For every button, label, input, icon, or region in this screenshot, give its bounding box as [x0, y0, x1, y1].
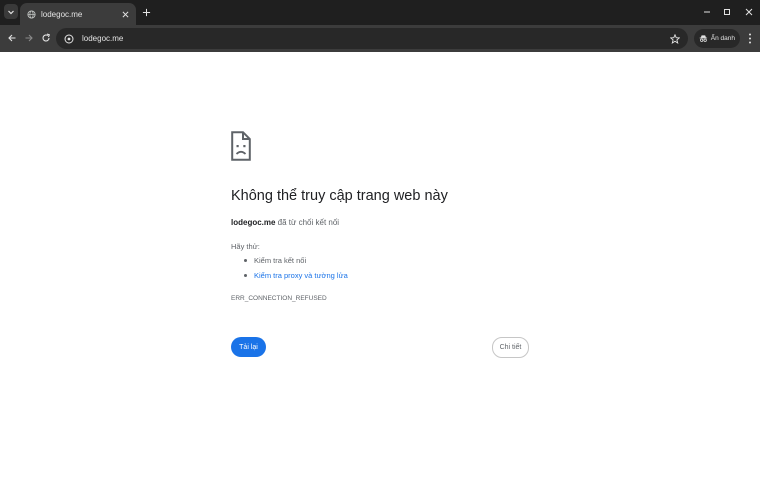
- site-info-button[interactable]: [62, 32, 76, 46]
- try-label: Hãy thử:: [231, 242, 260, 251]
- suggestion-check-connection: Kiểm tra kết nối: [244, 256, 306, 265]
- reload-button[interactable]: [39, 31, 53, 45]
- error-message: đã từ chối kết nối: [275, 218, 340, 227]
- forward-button[interactable]: [22, 31, 36, 45]
- incognito-label: Ẩn danh: [710, 35, 735, 42]
- error-heading: Không thể truy cập trang web này: [231, 188, 448, 204]
- active-tab[interactable]: lodegoc.me: [20, 3, 136, 25]
- minimize-icon: [704, 11, 710, 13]
- back-arrow-icon: [8, 34, 16, 42]
- suggestion-check-proxy-link[interactable]: Kiểm tra proxy và tường lửa: [244, 271, 348, 280]
- maximize-icon: [724, 9, 730, 15]
- close-window-button[interactable]: [742, 5, 756, 19]
- bookmark-button[interactable]: [668, 32, 682, 46]
- url-text: lodegoc.me: [82, 34, 124, 43]
- details-button[interactable]: Chi tiết: [492, 337, 529, 358]
- plus-icon: [142, 8, 150, 16]
- forward-arrow-icon: [25, 34, 33, 42]
- address-bar[interactable]: lodegoc.me: [56, 28, 688, 49]
- minimize-button[interactable]: [700, 5, 714, 19]
- incognito-icon: [699, 35, 708, 42]
- globe-icon: [26, 9, 36, 19]
- tab-search-button[interactable]: [4, 4, 18, 19]
- error-code: ERR_CONNECTION_REFUSED: [231, 295, 327, 302]
- tab-title: lodegoc.me: [41, 9, 83, 19]
- reload-icon: [42, 33, 51, 42]
- chevron-down-icon: [8, 10, 14, 14]
- error-host: lodegoc.me: [231, 218, 276, 227]
- star-icon: [670, 33, 680, 44]
- back-button[interactable]: [5, 31, 19, 45]
- incognito-indicator[interactable]: Ẩn danh: [694, 29, 740, 48]
- close-icon: [122, 11, 128, 17]
- site-info-icon: [64, 34, 74, 43]
- new-tab-button[interactable]: [140, 6, 152, 18]
- close-icon: [745, 8, 753, 16]
- browser-menu-button[interactable]: [744, 31, 756, 45]
- tab-strip: lodegoc.me: [0, 0, 760, 25]
- sad-document-icon: [231, 131, 251, 161]
- reload-page-button[interactable]: Tải lại: [231, 337, 266, 357]
- browser-toolbar: lodegoc.me Ẩn danh: [0, 25, 760, 52]
- kebab-menu-icon: [749, 33, 751, 43]
- tab-close-button[interactable]: [120, 9, 130, 19]
- maximize-button[interactable]: [720, 5, 734, 19]
- error-description: lodegoc.me đã từ chối kết nối: [231, 218, 339, 227]
